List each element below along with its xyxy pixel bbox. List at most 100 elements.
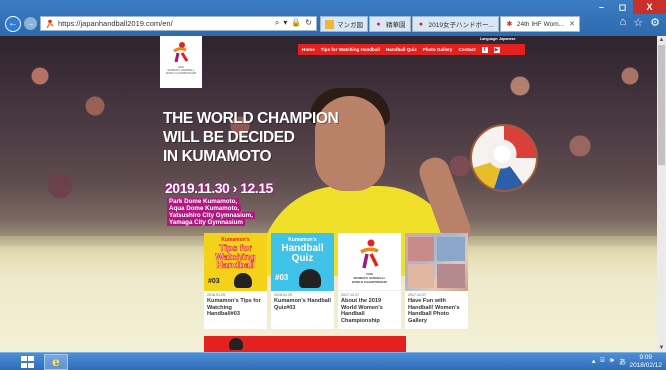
card-date: 2018.01.29 [207,293,225,297]
news-card[interactable]: 2017.12.27 Have Fun with Handball! Women… [405,233,468,329]
favorites-star-icon[interactable]: ☆ [633,16,643,29]
handball-ball [470,124,538,192]
card-thumbnail-photo [405,233,468,291]
tray-arrow-icon[interactable]: ▴ [592,357,596,367]
maximize-button[interactable]: ◻ [612,0,633,14]
menu-contact[interactable]: Contact [459,47,476,52]
news-cards: Kumamon's Tips for Watching Handball #03… [204,233,468,329]
card-title[interactable]: Kumamon's Handball Quiz#03 [271,298,334,311]
photo-tile [437,264,465,288]
forward-button[interactable]: → [24,17,37,30]
photo-tile [437,237,465,261]
card-date: 2017.12.27 [408,293,426,297]
card-title[interactable]: Have Fun with Handball! Women's Handball… [405,298,468,324]
venue-item: Park Dome Kumamoto, [167,198,240,206]
venue-item: Aqua Dome Kumamoto, [167,205,242,213]
hero-headline: THE WORLD CHAMPION WILL BE DECIDED IN KU… [163,109,339,166]
headline-line: IN KUMAMOTO [163,148,272,165]
venue-item: Yamaga City Gymnasium [167,219,245,227]
news-card[interactable]: 2019 WOMEN'S HANDBALL WORLD CHAMPIONSHIP… [338,233,401,329]
tab-label: 精華園 [386,22,406,29]
close-window-button[interactable]: X [633,0,666,14]
handball-logo-icon [360,239,379,269]
speaker-icon[interactable]: 🕪 [610,357,614,367]
venue-list: Park Dome Kumamoto, Aqua Dome Kumamoto, … [167,198,255,227]
dropdown-icon[interactable]: ▾ [283,18,287,28]
youtube-icon[interactable]: ▶ [493,46,500,53]
menu-quiz[interactable]: Handball Quiz [386,47,417,52]
network-icon[interactable]: ⌸ [600,357,604,367]
window-controls: – ◻ X [591,0,666,14]
handball-logo-icon: ✱ [506,21,513,28]
menu-home[interactable]: Home [302,47,315,52]
address-bar[interactable]: https://japanhandball2019.com/en/ ⌕ ▾ 🔒 … [40,16,317,31]
navigation-row: ← → https://japanhandball2019.com/en/ ⌕ … [0,13,666,34]
home-icon[interactable]: ⌂ [620,16,627,29]
photo-tile [408,237,434,261]
scroll-down-icon[interactable]: ▼ [657,344,666,352]
vertical-scrollbar[interactable]: ▲ ▼ [657,36,666,352]
image-icon [325,19,334,29]
tab-label: マンガ図 [337,22,363,29]
language-switch[interactable]: Language: Japanese [480,37,516,41]
card-thumbnail: Kumamon's Handball Quiz #03 [271,233,334,291]
ie-icon: e [52,355,60,369]
system-tray: ▴ ⌸ 🕪 あ [592,357,626,367]
minimize-button[interactable]: – [591,0,612,14]
close-tab-icon[interactable]: ✕ [569,20,575,28]
menu-gallery[interactable]: Photo Gallery [423,47,453,52]
facebook-icon[interactable]: f [481,46,488,53]
card-title[interactable]: About the 2019 World Women's Handball Ch… [338,298,401,324]
news-card[interactable]: Kumamon's Handball Quiz #03 2018.01.29 K… [271,233,334,329]
red-logo-icon: ● [418,20,424,28]
tab-strip: マンガ図 ● 精華園 ● 2019女子ハンドボー... ✱ 24th IHF W… [320,16,581,32]
tab-2019-handball[interactable]: ● 2019女子ハンドボー... [411,16,499,32]
card-thumbnail: Kumamon's Tips for Watching Handball #03 [204,233,267,291]
championship-logo[interactable]: 2019 WOMEN'S HANDBALL WORLD CHAMPIONSHIP [160,36,202,88]
scroll-up-icon[interactable]: ▲ [657,36,666,44]
search-icon[interactable]: ⌕ [275,18,279,28]
thumbnail-number: #03 [275,273,289,282]
refresh-icon[interactable]: ↻ [305,18,312,28]
lock-icon[interactable]: 🔒 [291,18,301,28]
headline-line: WILL BE DECIDED [163,129,295,146]
venue-item: Yatsushiro City Gymnasium, [167,212,255,220]
tab-ihf-womens[interactable]: ✱ 24th IHF Wom... ✕ [499,16,580,32]
kumamon-icon [229,338,243,350]
tab-manga[interactable]: マンガ図 [320,16,368,32]
red-logo-icon: ● [376,20,381,28]
url-text[interactable]: https://japanhandball2019.com/en/ [58,19,173,28]
ime-icon[interactable]: あ [619,357,626,367]
site-menu: Home Tips for Watching Handball Handball… [298,44,525,55]
thumbnail-text: 2019 WOMEN'S HANDBALL WORLD CHAMPIONSHIP [351,272,388,284]
start-button[interactable] [18,355,38,369]
news-card[interactable]: Kumamon's Tips for Watching Handball #03… [204,233,267,329]
thumbnail-text: Tips for Watching Handball [215,243,256,270]
taskbar-clock[interactable]: 9:09 2018/02/12 [629,354,662,370]
handball-logo-icon [173,42,189,63]
event-dates: 2019.11.30 › 12.15 [165,180,273,196]
menu-tips[interactable]: Tips for Watching Handball [321,47,380,52]
thumbnail-number: #03 [208,278,220,285]
settings-gear-icon[interactable]: ⚙ [650,16,660,29]
address-tools: ⌕ ▾ 🔒 ↻ [275,18,312,28]
windows-taskbar: e ▴ ⌸ 🕪 あ 9:09 2018/02/12 [0,352,666,370]
site-favicon-icon [44,18,55,29]
card-date: 2018.01.29 [274,293,292,297]
kumamon-icon [234,273,252,288]
browser-chrome: – ◻ X ← → https://japanhandball2019.com/… [0,0,666,36]
card-thumbnail: 2019 WOMEN'S HANDBALL WORLD CHAMPIONSHIP [338,233,401,291]
kumamon-icon [299,269,321,288]
card-title[interactable]: Kumamon's Tips for Watching Handball#03 [204,298,267,318]
tab-label: 24th IHF Wom... [516,20,565,28]
next-section-banner [204,336,406,352]
clock-date: 2018/02/12 [629,362,662,369]
clock-time: 9:09 [639,354,653,361]
tab-seika[interactable]: ● 精華園 [369,16,411,32]
headline-line: THE WORLD CHAMPION [163,110,339,127]
thumbnail-text: Handball Quiz [281,243,324,264]
arrow-left-icon: ← [8,18,18,29]
back-button[interactable]: ← [5,15,21,32]
scroll-thumb[interactable] [658,45,665,165]
internet-explorer-taskbar-button[interactable]: e [44,354,68,370]
